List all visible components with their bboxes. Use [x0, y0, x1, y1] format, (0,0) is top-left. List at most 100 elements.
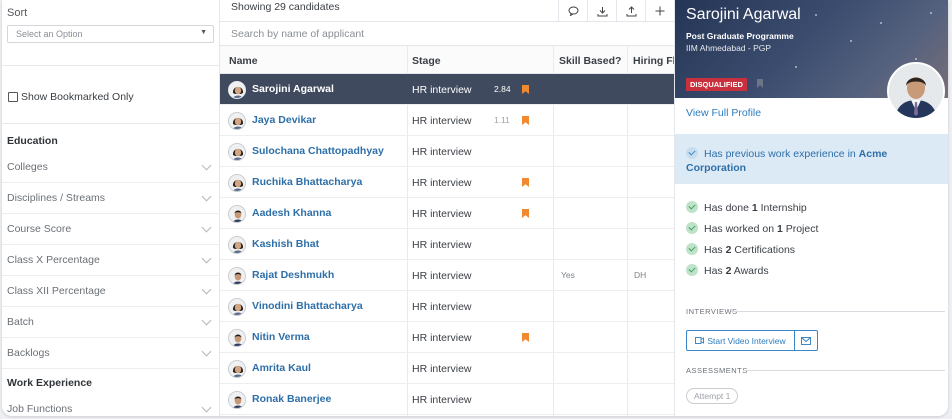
candidate-name[interactable]: Aadesh Khanna	[252, 207, 331, 219]
email-invite-button[interactable]	[794, 330, 818, 351]
bookmark-checkbox[interactable]	[8, 92, 18, 102]
avatar	[228, 298, 246, 316]
chevron-down-icon	[201, 160, 212, 171]
candidate-name[interactable]: Jaya Devikar	[252, 114, 316, 126]
work-experience-title: Work Experience	[7, 377, 93, 389]
filter-class-xii-percentage[interactable]: Class XII Percentage	[2, 276, 220, 307]
profile-institute: IIM Ahmedabad - PGP	[686, 43, 772, 53]
skill-based-value: Yes	[561, 270, 575, 280]
bookmark-icon[interactable]	[522, 178, 529, 187]
table-row[interactable]: Aadesh Khanna HR interview	[220, 198, 674, 229]
profile-panel: Sarojini Agarwal Post Graduate Programme…	[674, 0, 948, 416]
table-row[interactable]: Sarojini Agarwal HR interview 2.84	[220, 74, 674, 105]
profile-program: Post Graduate Programme	[686, 31, 794, 41]
attempt-chip[interactable]: Attempt 1	[686, 388, 739, 404]
avatar	[228, 329, 246, 347]
table-row[interactable]: Ronak Banerjee HR interview	[220, 384, 674, 415]
candidate-name[interactable]: Ronak Banerjee	[252, 393, 331, 405]
profile-name: Sarojini Agarwal	[686, 6, 801, 23]
candidate-stage: HR interview	[412, 115, 472, 127]
candidates-table-panel: Showing 29 candidates Search by name of …	[220, 0, 676, 416]
table-row[interactable]: Vinodini Bhattacharya HR interview	[220, 291, 674, 322]
filter-label: Disciplines / Streams	[7, 192, 106, 204]
status-badge: DISQUALIFIED	[686, 78, 747, 91]
candidate-stage: HR interview	[412, 208, 472, 220]
candidate-name[interactable]: Vinodini Bhattacharya	[252, 300, 363, 312]
bookmark-icon[interactable]	[522, 116, 529, 125]
highlight-text: Has previous work experience in Acme Cor…	[686, 147, 888, 174]
candidate-stage: HR interview	[412, 363, 472, 375]
candidate-name[interactable]: Ruchika Bhattacharya	[252, 176, 362, 188]
upload-icon[interactable]	[616, 0, 645, 22]
table-toolbar: Showing 29 candidates	[220, 0, 674, 22]
chevron-down-icon	[201, 284, 212, 295]
sort-label: Sort	[7, 7, 28, 19]
bookmark-label: Show Bookmarked Only	[21, 91, 134, 103]
candidate-name[interactable]: Sulochana Chattopadhyay	[252, 145, 384, 157]
col-header-hiring[interactable]: Hiring Fl	[633, 55, 676, 67]
filter-class-x-percentage[interactable]: Class X Percentage	[2, 245, 220, 276]
chevron-down-icon	[201, 346, 212, 357]
download-icon[interactable]	[587, 0, 616, 22]
check-circle-icon	[686, 222, 698, 234]
col-header-stage[interactable]: Stage	[412, 55, 441, 67]
table-row[interactable]: Jaya Devikar HR interview 1.11	[220, 105, 674, 136]
chat-icon[interactable]	[558, 0, 587, 22]
filter-panel: Sort Select an Option ▼ Show Bookmarked …	[2, 0, 220, 416]
filter-disciplines-streams[interactable]: Disciplines / Streams	[2, 183, 220, 214]
add-icon[interactable]	[645, 0, 674, 22]
check-circle-icon	[686, 243, 698, 255]
filter-label: Batch	[7, 316, 34, 328]
interviews-heading: INTERVIEWS	[686, 307, 738, 316]
search-placeholder: Search by name of applicant	[231, 28, 365, 40]
table-row[interactable]: Kashish Bhat HR interview	[220, 229, 674, 260]
achievement-item: Has done 1 Internship	[686, 201, 807, 214]
sort-select-value: Select an Option	[16, 29, 83, 39]
chevron-down-icon	[201, 402, 212, 413]
filter-label: Colleges	[7, 161, 48, 173]
candidate-score: 2.84	[494, 84, 511, 94]
bookmark-icon[interactable]	[522, 333, 529, 342]
bookmark-icon[interactable]	[522, 85, 529, 94]
col-header-name[interactable]: Name	[229, 55, 258, 67]
search-input[interactable]: Search by name of applicant	[220, 22, 674, 46]
sort-select[interactable]: Select an Option ▼	[7, 25, 214, 43]
table-header: Name Stage Skill Based? Hiring Fl	[220, 46, 676, 74]
start-video-interview-button[interactable]: Start Video Interview	[686, 330, 795, 351]
table-row[interactable]: Nitin Verma HR interview	[220, 322, 674, 353]
app-frame: Sort Select an Option ▼ Show Bookmarked …	[2, 0, 948, 416]
candidate-name[interactable]: Amrita Kaul	[252, 362, 311, 374]
education-title: Education	[7, 135, 58, 147]
avatar	[228, 174, 246, 192]
filter-label: Class XII Percentage	[7, 285, 106, 297]
filter-job-functions[interactable]: Job Functions	[2, 394, 220, 416]
avatar	[228, 205, 246, 223]
table-row[interactable]: Rajat Deshmukh HR interview Yes DH	[220, 260, 674, 291]
filter-colleges[interactable]: Colleges	[2, 152, 220, 183]
candidate-stage: HR interview	[412, 177, 472, 189]
mail-icon	[801, 336, 811, 345]
filter-backlogs[interactable]: Backlogs	[2, 338, 220, 369]
bookmark-filter[interactable]: Show Bookmarked Only	[8, 91, 134, 103]
bookmark-icon[interactable]	[757, 79, 763, 88]
avatar	[228, 112, 246, 130]
table-row[interactable]: Sulochana Chattopadhyay HR interview	[220, 136, 674, 167]
filter-course-score[interactable]: Course Score	[2, 214, 220, 245]
candidate-stage: HR interview	[412, 394, 472, 406]
table-row[interactable]: Ruchika Bhattacharya HR interview	[220, 167, 674, 198]
caret-down-icon: ▼	[200, 29, 207, 36]
candidate-name[interactable]: Nitin Verma	[252, 331, 310, 343]
divider	[731, 311, 945, 312]
video-button-label: Start Video Interview	[707, 335, 786, 346]
candidate-name[interactable]: Rajat Deshmukh	[252, 269, 334, 281]
table-row[interactable]: Amrita Kaul HR interview	[220, 353, 674, 384]
candidate-name[interactable]: Sarojini Agarwal	[252, 83, 334, 95]
candidate-name[interactable]: Kashish Bhat	[252, 238, 319, 250]
filter-batch[interactable]: Batch	[2, 307, 220, 338]
bookmark-icon[interactable]	[522, 209, 529, 218]
view-full-profile-link[interactable]: View Full Profile	[686, 107, 761, 119]
divider	[743, 370, 945, 371]
col-header-skill[interactable]: Skill Based?	[559, 55, 621, 67]
avatar	[228, 143, 246, 161]
candidate-stage: HR interview	[412, 332, 472, 344]
